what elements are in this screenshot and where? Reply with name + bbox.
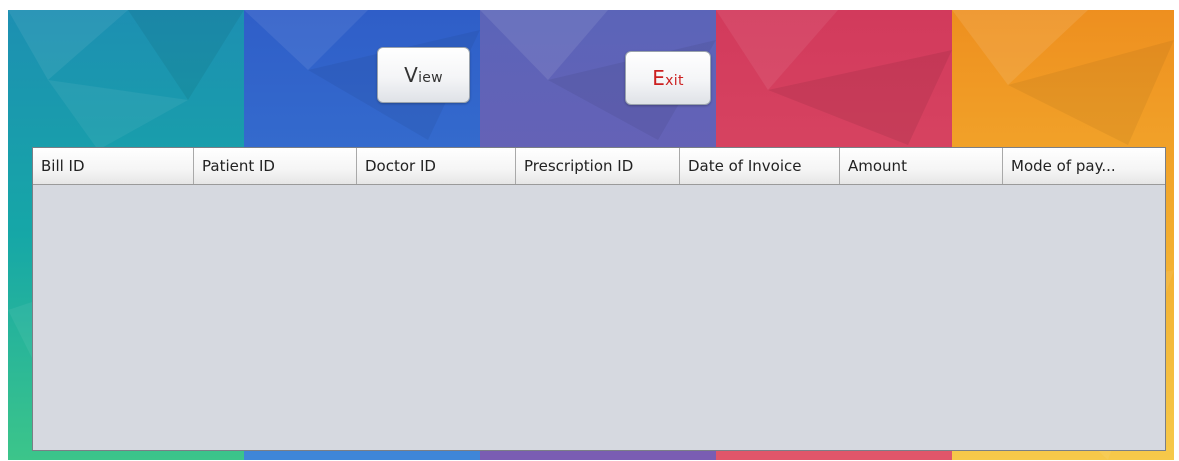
view-button-label: View bbox=[404, 63, 443, 87]
exit-button[interactable]: Exit bbox=[625, 51, 711, 105]
column-header-bill-id[interactable]: Bill ID bbox=[33, 148, 194, 184]
column-header-doctor-id[interactable]: Doctor ID bbox=[357, 148, 516, 184]
billing-table[interactable]: Bill ID Patient ID Doctor ID Prescriptio… bbox=[32, 147, 1166, 451]
exit-button-label: Exit bbox=[652, 66, 684, 90]
table-header: Bill ID Patient ID Doctor ID Prescriptio… bbox=[33, 148, 1165, 185]
column-header-mode-of-payment[interactable]: Mode of pay... bbox=[1003, 148, 1165, 184]
app-window: View Exit Bill ID Patient ID Doctor ID P… bbox=[8, 10, 1174, 460]
view-button[interactable]: View bbox=[377, 47, 470, 103]
table-body[interactable] bbox=[33, 185, 1165, 450]
column-header-date-of-invoice[interactable]: Date of Invoice bbox=[680, 148, 840, 184]
column-header-patient-id[interactable]: Patient ID bbox=[194, 148, 357, 184]
column-header-prescription-id[interactable]: Prescription ID bbox=[516, 148, 680, 184]
column-header-amount[interactable]: Amount bbox=[840, 148, 1003, 184]
